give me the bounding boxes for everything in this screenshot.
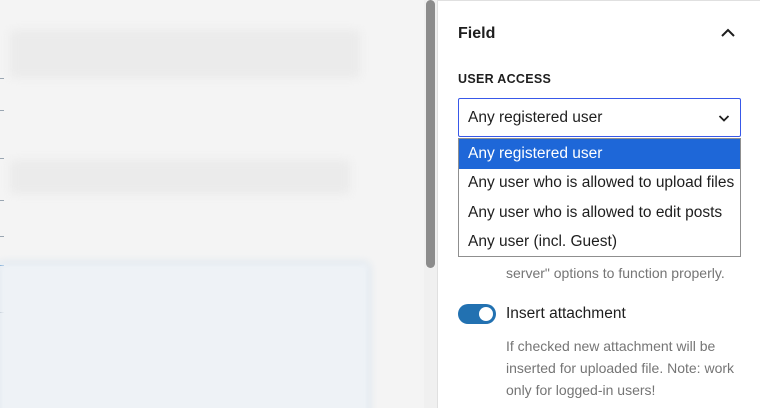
chevron-down-icon xyxy=(718,115,730,122)
toggle-knob xyxy=(479,307,493,321)
canvas-tick xyxy=(0,200,4,201)
editor-canvas xyxy=(0,0,424,408)
user-access-option[interactable]: Any user who is allowed to edit posts xyxy=(459,198,740,228)
collapse-panel-button[interactable] xyxy=(714,19,742,47)
partial-help-text: server" options to function properly. xyxy=(506,265,725,281)
user-access-select[interactable]: Any registered user xyxy=(458,98,741,137)
canvas-tick xyxy=(0,236,4,237)
insert-attachment-label: Insert attachment xyxy=(506,305,626,322)
user-access-option[interactable]: Any registered user xyxy=(459,139,740,169)
panel-title: Field xyxy=(458,25,496,42)
user-access-label: USER ACCESS xyxy=(458,72,552,86)
blurred-block xyxy=(10,30,360,78)
user-access-option[interactable]: Any user who is allowed to upload files xyxy=(459,169,740,199)
insert-attachment-help: If checked new attachment will be insert… xyxy=(506,338,735,398)
user-access-dropdown: Any registered user Any user who is allo… xyxy=(458,138,741,257)
user-access-selected-value: Any registered user xyxy=(468,108,603,126)
blurred-block xyxy=(10,160,350,194)
chevron-up-icon xyxy=(721,28,735,37)
canvas-tick xyxy=(0,158,4,159)
canvas-tick xyxy=(0,110,4,111)
canvas-tick xyxy=(0,78,4,79)
field-settings-panel: Field USER ACCESS Any registered user An… xyxy=(438,0,760,408)
canvas-scrollbar-thumb[interactable] xyxy=(426,0,435,268)
blurred-selected-block xyxy=(0,264,368,408)
insert-attachment-toggle[interactable] xyxy=(458,304,496,324)
user-access-option[interactable]: Any user (incl. Guest) xyxy=(459,228,740,257)
